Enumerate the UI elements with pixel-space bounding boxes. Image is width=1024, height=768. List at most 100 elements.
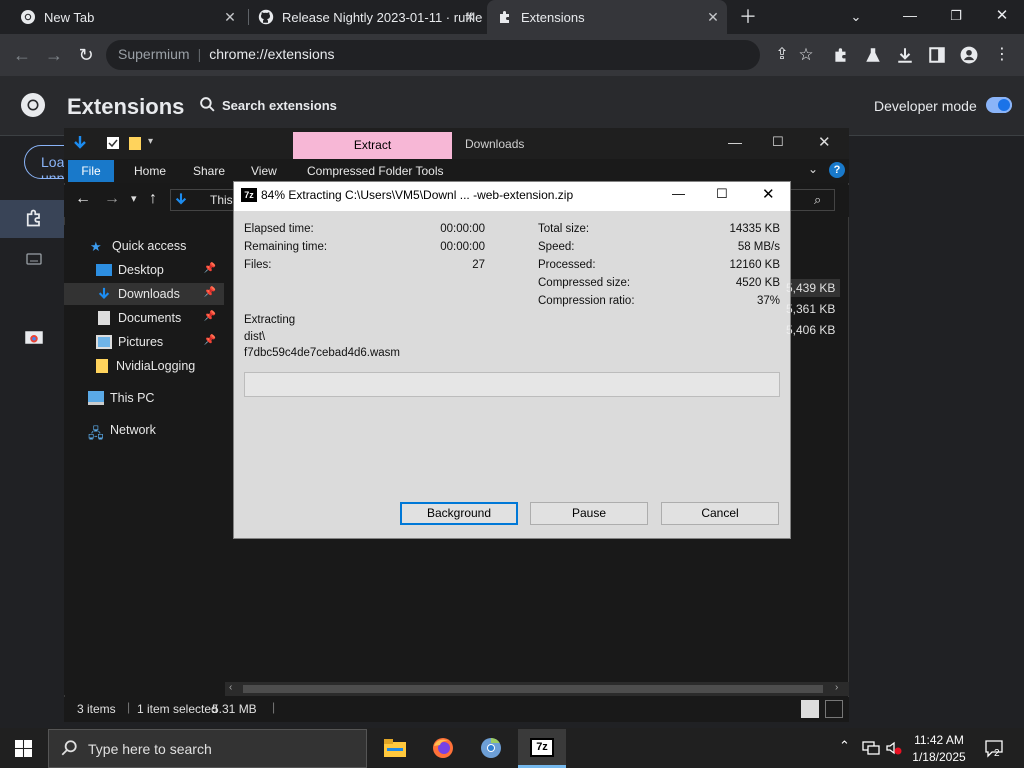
large-icons-view-icon[interactable] (825, 700, 843, 718)
pause-button[interactable]: Pause (530, 502, 648, 525)
selected-count: 1 item selected (137, 702, 218, 716)
background-button[interactable]: Background (400, 502, 518, 525)
explorer-forward-icon[interactable]: → (104, 190, 120, 208)
pin-icon[interactable]: 📌 (204, 335, 216, 346)
dialog-close-icon[interactable]: ✕ (762, 185, 775, 203)
nav-this-pc[interactable]: This PC (64, 387, 224, 409)
explorer-minimize-icon[interactable]: — (728, 134, 742, 150)
cancel-button[interactable]: Cancel (661, 502, 779, 525)
flask-icon[interactable] (864, 46, 882, 64)
chrome-web-store-icon[interactable] (24, 326, 44, 344)
tab-extensions[interactable]: Extensions ✕ (487, 0, 727, 34)
tab-release-nightly[interactable]: Release Nightly 2023-01-11 · ruffle ✕ (252, 0, 484, 34)
dialog-minimize-icon[interactable]: — (672, 186, 685, 201)
developer-mode-toggle[interactable] (986, 97, 1012, 113)
extensions-nav-icon (26, 209, 40, 227)
nav-documents[interactable]: Documents 📌 (64, 307, 224, 329)
ribbon-tab-home[interactable]: Home (134, 164, 166, 178)
files-label: Files: (244, 259, 272, 271)
search-icon[interactable] (199, 96, 216, 113)
taskbar-file-explorer[interactable] (371, 729, 419, 768)
scroll-left-icon[interactable]: ‹ (229, 682, 232, 693)
tab-search-chevron-icon[interactable]: ⌄ (846, 7, 866, 27)
back-icon[interactable]: ← (12, 45, 32, 65)
close-icon[interactable]: ✕ (705, 9, 721, 25)
ribbon-expand-chevron-icon[interactable]: ⌄ (808, 162, 818, 176)
close-icon[interactable]: ✕ (222, 9, 238, 25)
extensions-puzzle-icon[interactable] (832, 46, 850, 64)
show-hidden-icons-chevron-icon[interactable]: ⌃ (839, 738, 850, 754)
nav-network[interactable]: 🖧 Network (64, 419, 224, 441)
total-size-label: Total size: (538, 223, 590, 235)
pin-icon[interactable]: 📌 (204, 287, 216, 298)
properties-icon[interactable] (106, 136, 120, 150)
horizontal-scrollbar[interactable]: ‹ › (225, 682, 849, 696)
download-icon[interactable] (896, 46, 914, 64)
breadcrumb[interactable]: This (210, 193, 233, 207)
taskbar-chromium[interactable] (467, 729, 515, 768)
nav-nvidialogging[interactable]: NvidiaLogging (64, 355, 224, 377)
remaining-time-value: 00:00:00 (440, 241, 485, 253)
explorer-search-icon[interactable]: ⌕ (814, 192, 821, 208)
quick-access-toolbar-chevron-icon[interactable]: ▾ (148, 136, 153, 147)
share-icon[interactable]: ⇪ (772, 45, 792, 65)
reload-icon[interactable]: ↻ (76, 45, 96, 65)
new-tab-icon[interactable]: ＋ (738, 7, 758, 27)
search-extensions-input[interactable]: Search extensions (222, 98, 337, 113)
forward-icon[interactable]: → (44, 45, 64, 65)
new-folder-icon[interactable] (128, 136, 142, 151)
up-folder-icon[interactable]: ↑ (149, 190, 157, 208)
close-window-icon[interactable]: ✕ (992, 6, 1012, 26)
nav-pictures[interactable]: Pictures 📌 (64, 331, 224, 353)
item-count: 3 items (77, 702, 116, 716)
taskbar-7zip[interactable]: 7z (518, 729, 566, 768)
ribbon-contextual-extract-tab[interactable]: Extract (293, 132, 452, 159)
folder-icon (96, 359, 108, 373)
explorer-back-icon[interactable]: ← (75, 190, 91, 208)
recent-locations-chevron-icon[interactable]: ▾ (131, 192, 137, 205)
ribbon-tab-compressed-folder-tools[interactable]: Compressed Folder Tools (307, 164, 444, 178)
profile-icon[interactable] (960, 46, 978, 64)
address-text[interactable]: Supermium | chrome://extensions (118, 46, 335, 62)
windows-start-icon[interactable] (15, 740, 32, 757)
minimize-icon[interactable]: — (900, 5, 920, 25)
keyboard-shortcuts-icon[interactable] (26, 252, 42, 266)
menu-kebab-icon[interactable]: ⋮ (992, 45, 1012, 65)
browser-host: Supermium (118, 46, 190, 62)
puzzle-icon (500, 11, 509, 23)
computer-icon (88, 391, 104, 405)
processed-value: 12160 KB (729, 259, 780, 271)
network-icon[interactable] (862, 740, 880, 756)
nav-quick-access[interactable]: ★ Quick access (64, 235, 224, 257)
nav-desktop[interactable]: Desktop 📌 (64, 259, 224, 281)
bookmark-star-icon[interactable]: ☆ (796, 45, 816, 65)
pin-icon[interactable]: 📌 (204, 311, 216, 322)
search-icon (61, 740, 77, 756)
scroll-right-icon[interactable]: › (835, 682, 838, 693)
taskbar-search-placeholder[interactable]: Type here to search (88, 741, 212, 757)
taskbar-firefox[interactable] (419, 729, 467, 768)
restore-icon[interactable]: ❐ (946, 6, 966, 26)
tab-new-tab[interactable]: New Tab ✕ (12, 0, 244, 34)
scrollbar-thumb[interactable] (243, 685, 823, 693)
explorer-close-icon[interactable]: ✕ (818, 133, 831, 151)
file-size: 5,406 KB (786, 323, 836, 337)
star-icon: ★ (90, 239, 102, 254)
ribbon-tab-view[interactable]: View (251, 164, 277, 178)
volume-muted-icon[interactable] (885, 740, 903, 756)
tab-separator (248, 9, 249, 25)
nav-downloads[interactable]: Downloads 📌 (64, 283, 224, 305)
extraction-progress-bar (244, 372, 780, 397)
explorer-maximize-icon[interactable]: ☐ (772, 134, 784, 150)
side-panel-icon[interactable] (928, 46, 946, 64)
help-icon[interactable]: ? (829, 162, 845, 178)
selected-size: 5.31 MB (212, 702, 257, 716)
pin-icon[interactable]: 📌 (204, 263, 216, 274)
ribbon-tab-file[interactable]: File (68, 160, 114, 182)
dialog-maximize-icon[interactable]: ☐ (716, 186, 728, 202)
ribbon-tab-share[interactable]: Share (193, 164, 225, 178)
window-title-downloads: Downloads (465, 137, 525, 151)
close-icon[interactable]: ✕ (462, 9, 478, 25)
details-view-icon[interactable] (801, 700, 819, 718)
taskbar-clock[interactable]: 11:42 AM 1/18/2025 (903, 732, 975, 766)
